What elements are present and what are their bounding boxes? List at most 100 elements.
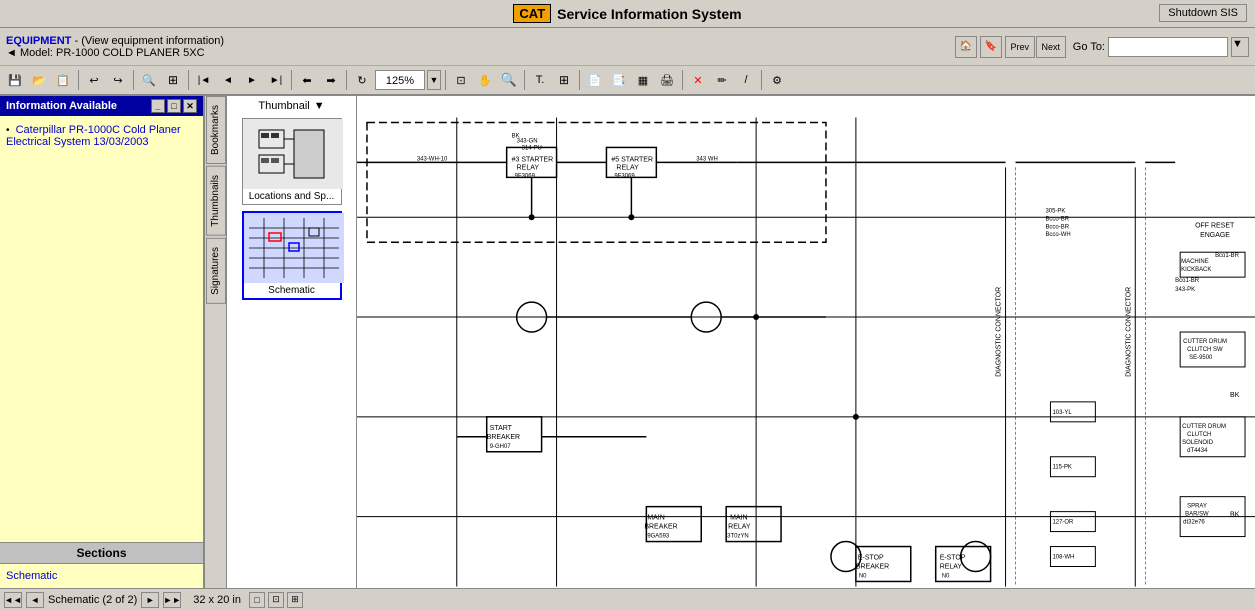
svg-text:305-PK: 305-PK — [1045, 208, 1065, 214]
prev-button[interactable]: Prev — [1005, 36, 1035, 58]
svg-text:#3 STARTER: #3 STARTER — [512, 156, 554, 163]
thumbnail-header[interactable]: Thumbnail ▼ — [258, 100, 324, 112]
text2-button[interactable]: ⊞ — [553, 69, 575, 91]
undo-button[interactable]: ↩ — [83, 69, 105, 91]
thumbnail-1-label: Locations and Sp... — [243, 189, 341, 204]
svg-text:DIAGNOSTIC CONNECTOR: DIAGNOSTIC CONNECTOR — [1125, 287, 1132, 377]
rotate-button[interactable]: ↻ — [351, 69, 373, 91]
svg-text:BK: BK — [1230, 392, 1240, 399]
line-tool-button[interactable]: / — [735, 69, 757, 91]
close-button[interactable]: ✕ — [183, 99, 197, 113]
schematic-view: #3 STARTER RELAY 9F3069 #5 STARTER RELAY… — [357, 96, 1255, 588]
thumbnail-dropdown-icon[interactable]: ▼ — [314, 100, 325, 112]
info-header: Information Available _ □ ✕ — [0, 96, 203, 116]
home-nav-icon[interactable]: 🏠 — [955, 36, 977, 58]
equipment-link[interactable]: EQUIPMENT — [6, 35, 71, 47]
redline-button[interactable]: ✕ — [687, 69, 709, 91]
svg-text:343-GN: 343-GN — [517, 138, 538, 144]
status-icon-1[interactable]: □ — [249, 592, 265, 608]
equipment-info: EQUIPMENT - (View equipment information)… — [6, 35, 947, 59]
nav-item-electrical[interactable]: Caterpillar PR-1000C Cold Planer Electri… — [6, 124, 181, 148]
zoom-in-button[interactable]: 🔍 — [498, 69, 520, 91]
first-page-button[interactable]: |◄ — [193, 69, 215, 91]
section-links: Schematic — [0, 564, 203, 588]
prev-page-button[interactable]: ◄ — [217, 69, 239, 91]
thumbnail-2[interactable]: Schematic — [242, 211, 342, 300]
fit-page-button[interactable]: ⊡ — [450, 69, 472, 91]
doc-button[interactable]: 📄 — [584, 69, 606, 91]
goto-input[interactable] — [1108, 37, 1228, 57]
title-text: Service Information System — [557, 6, 741, 22]
status-page-label: Schematic (2 of 2) — [48, 594, 137, 606]
settings-button[interactable]: ⚙ — [766, 69, 788, 91]
svg-text:MAIN: MAIN — [647, 515, 664, 522]
redo-button[interactable]: ↪ — [107, 69, 129, 91]
separator-5 — [346, 70, 347, 90]
thumbnail-1[interactable]: Locations and Sp... — [242, 118, 342, 205]
svg-text:#5 STARTER: #5 STARTER — [611, 156, 653, 163]
svg-text:9-GH07: 9-GH07 — [490, 444, 512, 450]
open-button[interactable]: 📂 — [28, 69, 50, 91]
back-button[interactable]: ⬅ — [296, 69, 318, 91]
separator-10 — [761, 70, 762, 90]
title-content: CAT Service Information System — [513, 4, 741, 23]
save-button[interactable]: 💾 — [4, 69, 26, 91]
svg-text:Bcco-BR: Bcco-BR — [1045, 224, 1069, 230]
svg-text:103-YL: 103-YL — [1052, 410, 1072, 416]
shutdown-button[interactable]: Shutdown SIS — [1159, 4, 1247, 22]
svg-text:CLUTCH SW: CLUTCH SW — [1187, 347, 1223, 353]
status-next-button[interactable]: ► — [141, 592, 159, 608]
print-button[interactable]: 🖨 — [656, 69, 678, 91]
svg-text:CUTTER DRUM: CUTTER DRUM — [1182, 424, 1226, 430]
svg-text:RELAY: RELAY — [728, 524, 751, 531]
svg-text:ENGAGE: ENGAGE — [1200, 232, 1230, 239]
nav-items: • Caterpillar PR-1000C Cold Planer Elect… — [0, 116, 203, 542]
svg-text:BREAKER: BREAKER — [856, 563, 889, 570]
side-tabs: Bookmarks Thumbnails Signatures — [205, 96, 227, 588]
forward-button[interactable]: ➡ — [320, 69, 342, 91]
thumbnails-tab[interactable]: Thumbnails — [206, 166, 226, 236]
bookmark-nav-icon[interactable]: 🔖 — [980, 36, 1002, 58]
svg-text:SPRAY: SPRAY — [1187, 504, 1207, 510]
find-button[interactable]: 🔍 — [138, 69, 160, 91]
status-icon-2[interactable]: ⊡ — [268, 592, 284, 608]
sections-bar: Sections — [0, 542, 203, 564]
separator-7 — [524, 70, 525, 90]
copy-button[interactable]: 📋 — [52, 69, 74, 91]
next-page-button[interactable]: ► — [241, 69, 263, 91]
binoculars-button[interactable]: ⊞ — [162, 69, 184, 91]
svg-text:314-PU: 314-PU — [522, 145, 542, 151]
status-ffwd-button[interactable]: ►► — [163, 592, 181, 608]
separator-3 — [188, 70, 189, 90]
svg-text:BREAKER: BREAKER — [487, 434, 520, 441]
svg-text:N0: N0 — [859, 573, 867, 579]
signatures-tab[interactable]: Signatures — [206, 238, 226, 304]
nav-controls: 🏠 🔖 Prev Next Go To: ▼ — [955, 36, 1249, 58]
zoom-dropdown[interactable]: ▼ — [427, 70, 441, 90]
title-bar: CAT Service Information System Shutdown … — [0, 0, 1255, 28]
thumbnails-panel: Thumbnail ▼ Locations and Sp... — [227, 96, 357, 588]
goto-dropdown[interactable]: ▼ — [1231, 37, 1249, 57]
header-controls: _ □ ✕ — [151, 99, 197, 113]
doc2-button[interactable]: 📑 — [608, 69, 630, 91]
maximize-button[interactable]: □ — [167, 99, 181, 113]
pen-button[interactable]: ✏ — [711, 69, 733, 91]
svg-text:9F3069: 9F3069 — [614, 173, 635, 179]
next-button[interactable]: Next — [1036, 36, 1066, 58]
separator-8 — [579, 70, 580, 90]
bookmarks-tab[interactable]: Bookmarks — [206, 96, 226, 164]
svg-text:KICKBACK: KICKBACK — [1181, 267, 1211, 273]
thumbnail-2-label: Schematic — [244, 283, 340, 298]
last-page-button[interactable]: ►| — [265, 69, 287, 91]
pan-button[interactable]: ✋ — [474, 69, 496, 91]
thumbnail-1-image — [243, 119, 343, 189]
status-icon-3[interactable]: ⊞ — [287, 592, 303, 608]
goto-label: Go To: — [1073, 41, 1105, 53]
text-tool-button[interactable]: T. — [529, 69, 551, 91]
grid-button[interactable]: ▦ — [632, 69, 654, 91]
status-prev-button[interactable]: ◄ — [26, 592, 44, 608]
minimize-button[interactable]: _ — [151, 99, 165, 113]
schematic-link[interactable]: Schematic — [6, 570, 197, 582]
status-rewind-button[interactable]: ◄◄ — [4, 592, 22, 608]
svg-text:RELAY: RELAY — [940, 563, 963, 570]
